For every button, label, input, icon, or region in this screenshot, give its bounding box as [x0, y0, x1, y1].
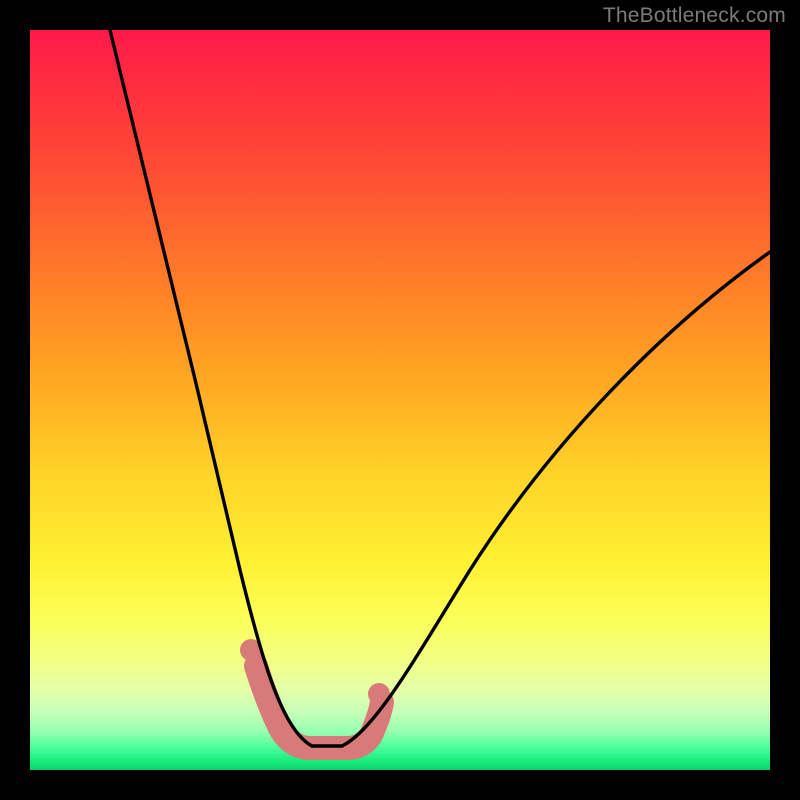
left-curve — [110, 30, 312, 746]
plot-frame — [30, 30, 770, 770]
bottleneck-curves — [30, 30, 770, 770]
watermark-text: TheBottleneck.com — [603, 4, 786, 28]
right-curve — [342, 252, 770, 746]
trough-highlight — [256, 666, 382, 748]
